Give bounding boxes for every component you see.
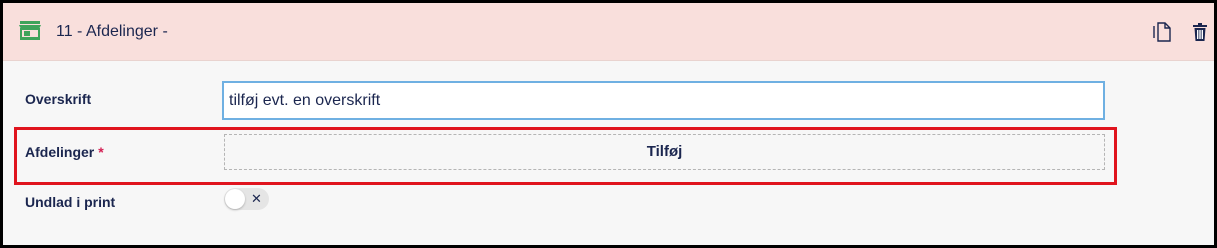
toggle-knob — [225, 189, 245, 209]
block-title: 11 - Afdelinger - — [56, 23, 168, 40]
block-header: 11 - Afdelinger - — [3, 3, 1214, 61]
afdelinger-label-text: Afdelinger — [25, 144, 95, 160]
add-afdeling-button[interactable]: Tilføj — [224, 134, 1105, 170]
store-icon — [19, 21, 41, 40]
undlad-i-print-toggle[interactable]: ✕ — [224, 188, 269, 210]
overskrift-input[interactable] — [222, 81, 1105, 120]
close-icon: ✕ — [251, 191, 262, 206]
trash-icon[interactable] — [1192, 22, 1208, 42]
copy-icon[interactable] — [1153, 22, 1171, 42]
overskrift-label: Overskrift — [25, 91, 92, 107]
block-editor-panel: 11 - Afdelinger - Overskrift Afdelinger*… — [0, 0, 1217, 248]
required-marker: * — [98, 144, 104, 160]
undlad-i-print-label: Undlad i print — [25, 194, 116, 210]
afdelinger-label: Afdelinger * — [25, 144, 104, 160]
